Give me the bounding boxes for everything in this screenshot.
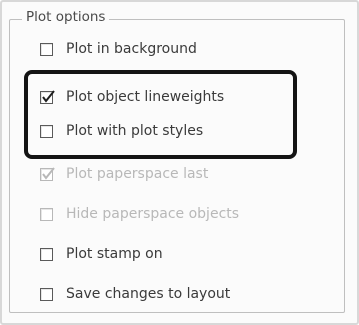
option-plot-in-background[interactable]: Plot in background xyxy=(40,38,197,60)
highlight-box xyxy=(24,70,297,159)
option-plot-paperspace-last: Plot paperspace last xyxy=(40,163,208,185)
checkbox xyxy=(40,207,53,221)
option-label: Plot stamp on xyxy=(66,246,163,262)
option-label: Save changes to layout xyxy=(66,286,231,302)
option-label: Plot paperspace last xyxy=(66,166,209,182)
checkbox[interactable] xyxy=(40,287,53,301)
checkbox xyxy=(40,166,55,181)
checkbox[interactable] xyxy=(40,247,53,261)
option-plot-stamp-on[interactable]: Plot stamp on xyxy=(40,243,163,265)
option-save-changes-to-layout[interactable]: Save changes to layout xyxy=(40,283,230,305)
plot-options-title: Plot options xyxy=(22,7,110,27)
option-hide-paperspace-objects: Hide paperspace objects xyxy=(40,203,239,225)
option-label: Plot in background xyxy=(66,41,197,57)
checkbox[interactable] xyxy=(40,42,53,56)
option-label: Hide paperspace objects xyxy=(66,206,240,222)
checkmark-icon xyxy=(42,166,55,180)
